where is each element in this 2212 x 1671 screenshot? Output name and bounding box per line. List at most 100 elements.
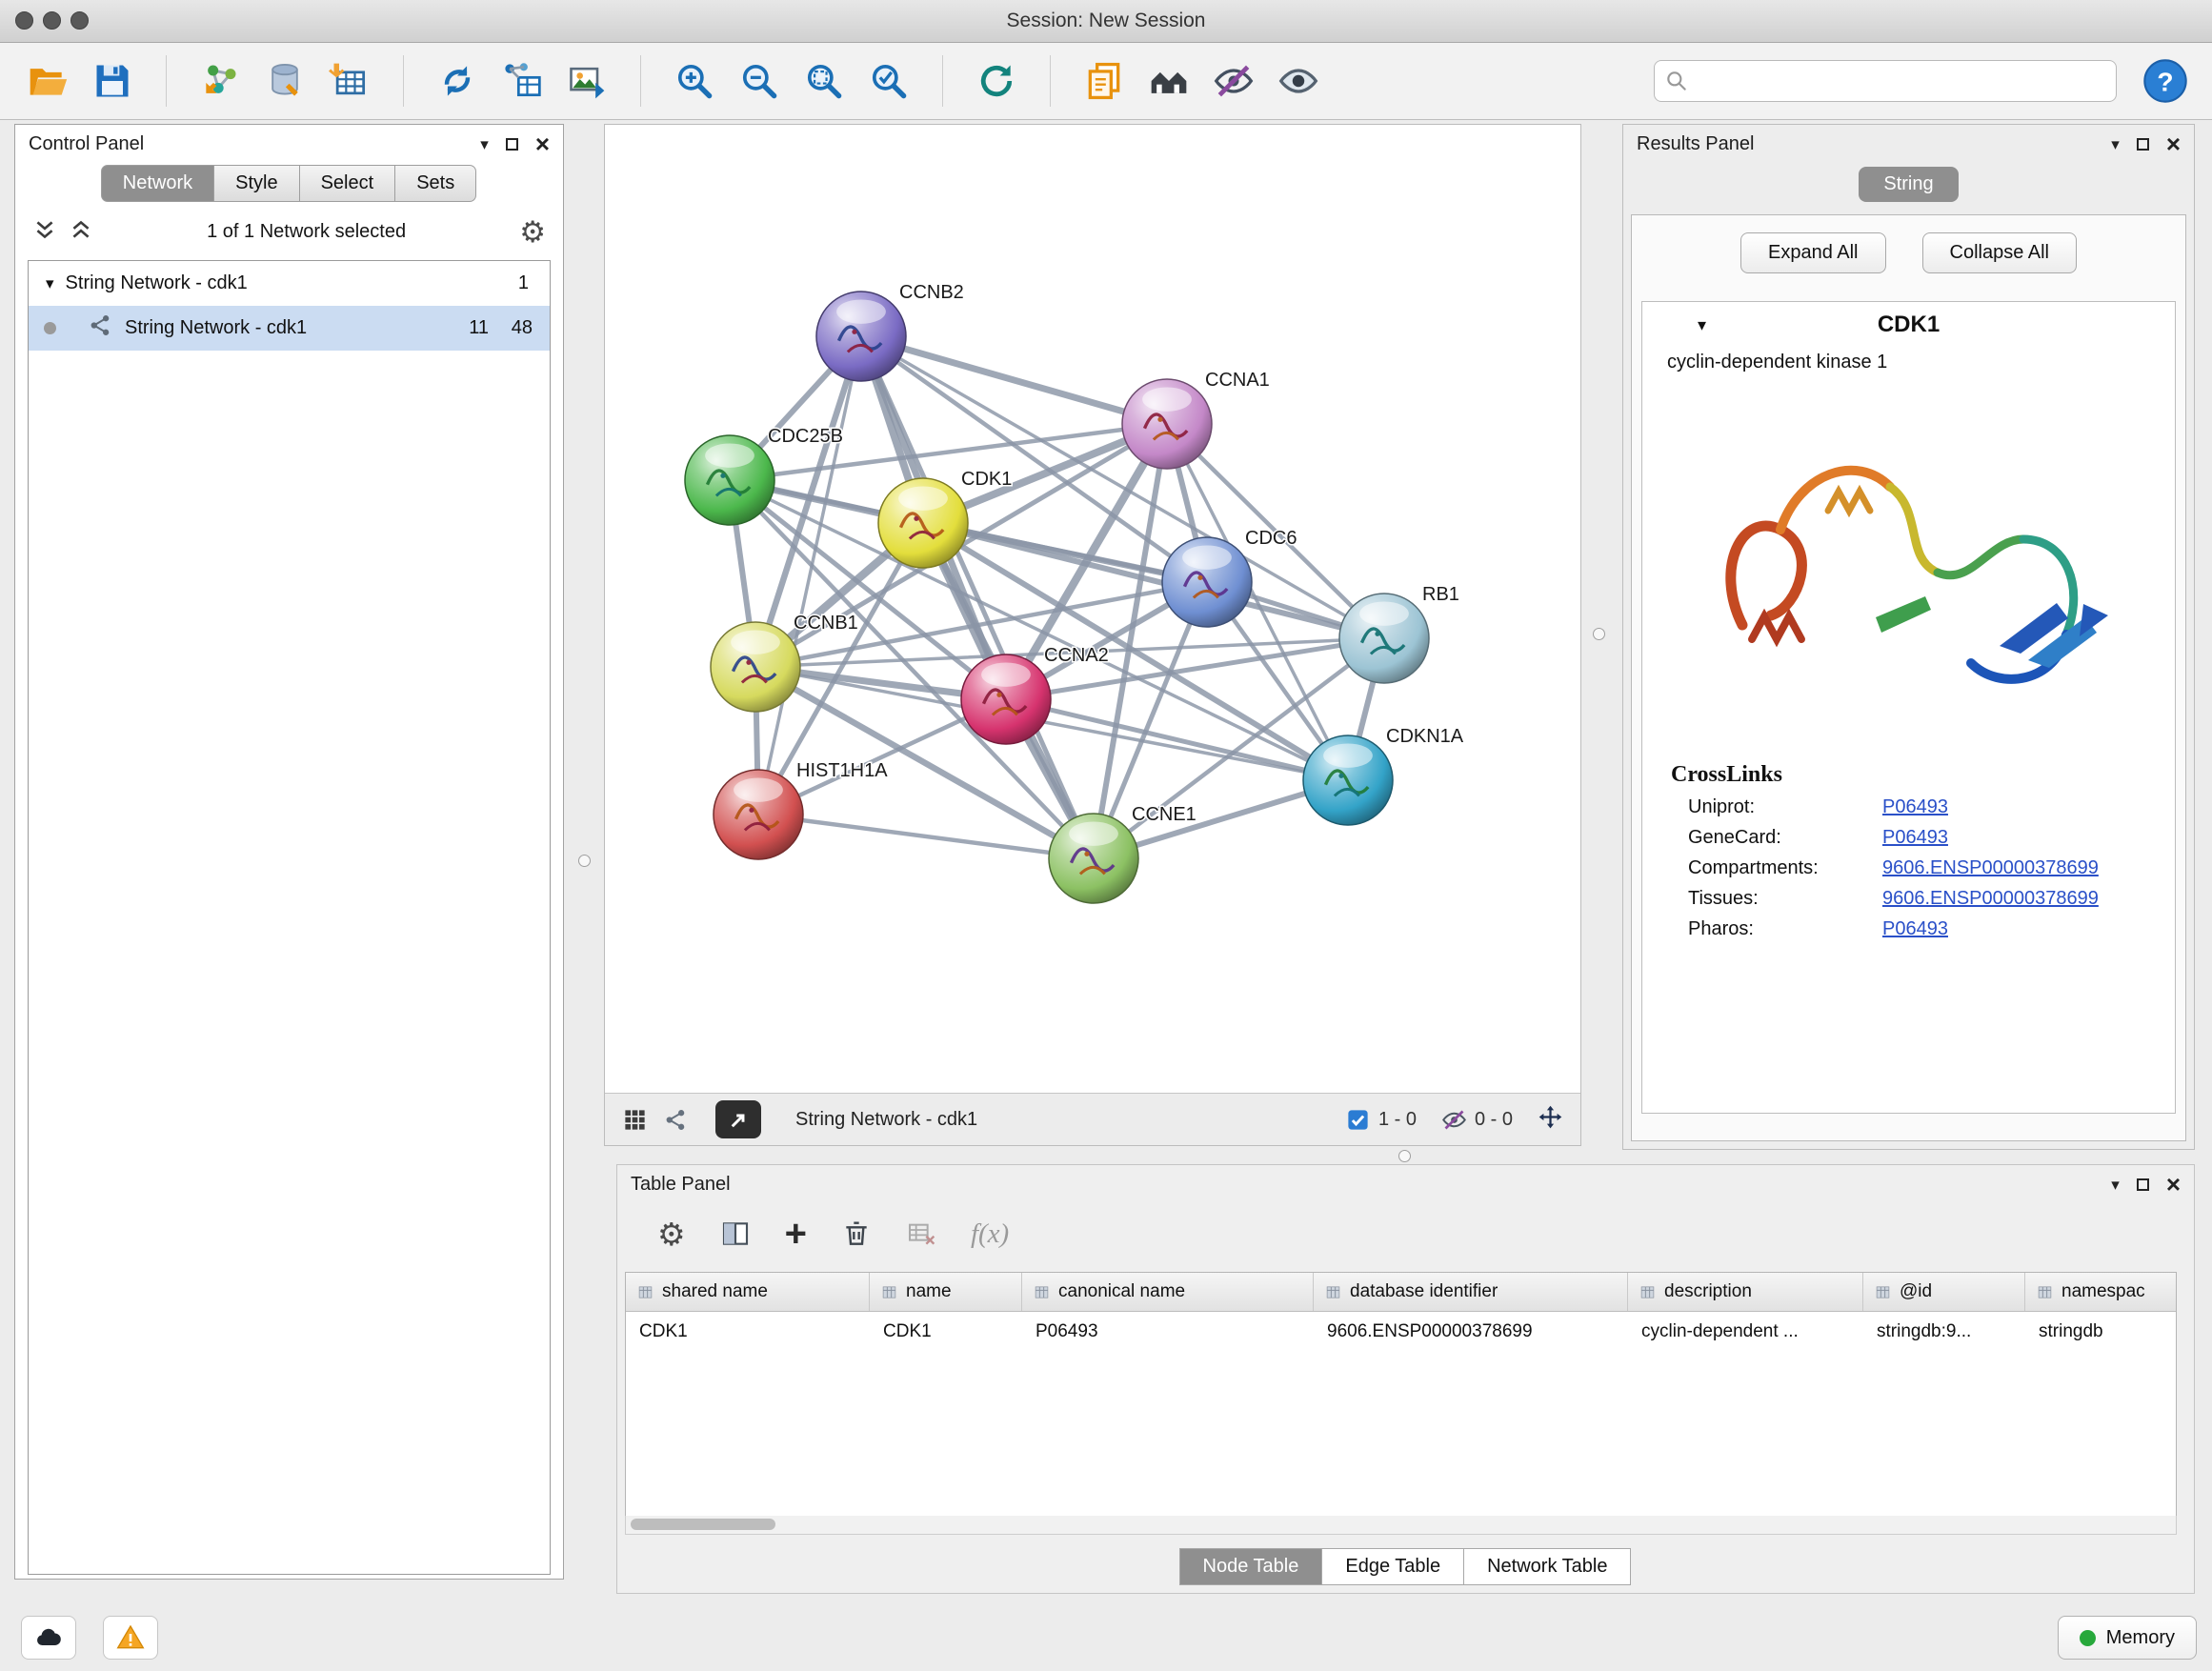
hide-selected-button[interactable] — [1209, 56, 1258, 106]
open-session-button[interactable] — [23, 56, 72, 106]
network-edge-CCNB2-HIST1H1A[interactable] — [758, 336, 861, 815]
network-options-gear-icon[interactable]: ⚙ — [519, 217, 546, 247]
tab-network[interactable]: Network — [101, 165, 214, 202]
crosslink-label: GeneCard: — [1688, 827, 1882, 849]
delete-column-trash-icon[interactable] — [841, 1218, 872, 1249]
panel-float-icon[interactable] — [506, 138, 518, 151]
table-horizontal-scrollbar[interactable] — [625, 1516, 2177, 1535]
tab-node-table[interactable]: Node Table — [1179, 1548, 1323, 1585]
table-options-gear-icon[interactable]: ⚙ — [657, 1218, 686, 1250]
network-edge-CCNB2-CCNA1[interactable] — [861, 336, 1167, 424]
minimize-window-button[interactable] — [43, 11, 61, 30]
network-node-CDC25B[interactable] — [685, 435, 774, 525]
export-image-button[interactable] — [562, 56, 612, 106]
refresh-layout-button[interactable] — [972, 56, 1021, 106]
cloud-icon — [33, 1622, 64, 1653]
right-splitter-grip[interactable] — [1593, 628, 1605, 640]
panel-float-icon[interactable] — [2137, 138, 2149, 151]
column-header-database-identifier[interactable]: database identifier — [1314, 1273, 1628, 1311]
network-node-CDC6[interactable] — [1162, 537, 1252, 627]
birds-eye-view-icon[interactable] — [663, 1107, 689, 1133]
crosslink-value[interactable]: 9606.ENSP00000378699 — [1882, 888, 2099, 910]
cloud-status-button[interactable] — [21, 1616, 76, 1660]
network-node-CDKN1A[interactable] — [1303, 735, 1393, 825]
search-input[interactable] — [1697, 70, 2106, 92]
crosslinks-list: Uniprot:P06493GeneCard:P06493Compartment… — [1642, 788, 2175, 940]
collection-disclosure-icon[interactable]: ▾ — [46, 274, 54, 293]
network-node-CDK1[interactable] — [878, 478, 968, 568]
memory-button[interactable]: Memory — [2058, 1616, 2197, 1660]
tab-edge-table[interactable]: Edge Table — [1321, 1548, 1464, 1585]
expand-all-button[interactable]: Expand All — [1740, 232, 1886, 273]
network-node-CCNB2[interactable] — [816, 292, 906, 381]
crosslink-value[interactable]: P06493 — [1882, 827, 1948, 849]
network-edge-CCNB2-CCNE1[interactable] — [861, 336, 1094, 858]
panel-menu-icon[interactable]: ▾ — [2111, 1177, 2120, 1193]
column-header-shared-name[interactable]: shared name — [626, 1273, 870, 1311]
import-network-database-button[interactable] — [260, 56, 310, 106]
tab-network-table[interactable]: Network Table — [1463, 1548, 1631, 1585]
fit-content-crosshair-icon[interactable] — [1538, 1104, 1563, 1136]
panel-close-icon[interactable]: × — [535, 131, 550, 156]
left-splitter-grip[interactable] — [578, 855, 591, 867]
save-session-button[interactable] — [88, 56, 137, 106]
crosslink-value[interactable]: 9606.ENSP00000378699 — [1882, 857, 2099, 879]
tab-style[interactable]: Style — [213, 165, 299, 202]
column-header-description[interactable]: description — [1628, 1273, 1863, 1311]
column-header-canonical-name[interactable]: canonical name — [1022, 1273, 1314, 1311]
function-builder-icon[interactable]: f(x) — [971, 1218, 1009, 1250]
scrollbar-thumb[interactable] — [631, 1519, 775, 1530]
panel-menu-icon[interactable]: ▾ — [2111, 136, 2120, 152]
collapse-all-networks-icon[interactable] — [32, 217, 57, 247]
zoom-fit-button[interactable] — [799, 56, 849, 106]
network-node-CCNA2[interactable] — [961, 654, 1051, 744]
crosslink-value[interactable]: P06493 — [1882, 918, 1948, 940]
merge-networks-button[interactable] — [432, 56, 482, 106]
network-node-CCNB1[interactable] — [711, 622, 800, 712]
tab-select[interactable]: Select — [299, 165, 396, 202]
panel-menu-icon[interactable]: ▾ — [480, 136, 489, 152]
network-collection-row[interactable]: ▾ String Network - cdk1 1 — [29, 261, 550, 306]
network-canvas[interactable]: CCNB2CCNA1CDC25BCDK1CDC6RB1CCNB1CCNA2CDK… — [605, 125, 1580, 1093]
tab-string[interactable]: String — [1859, 167, 1958, 202]
new-network-from-table-button[interactable] — [497, 56, 547, 106]
gene-header[interactable]: ▾ CDK1 — [1642, 302, 2175, 348]
crosslink-value[interactable]: P06493 — [1882, 796, 1948, 818]
network-node-CCNA1[interactable] — [1122, 379, 1212, 469]
expand-all-networks-icon[interactable] — [69, 217, 93, 247]
hide-selected-icon — [1213, 60, 1255, 102]
create-column-icon[interactable]: + — [785, 1215, 807, 1253]
first-neighbors-button[interactable] — [1144, 56, 1194, 106]
zoom-window-button[interactable] — [70, 11, 89, 30]
show-columns-icon[interactable] — [720, 1218, 751, 1249]
panel-close-icon[interactable]: × — [2166, 1172, 2181, 1197]
column-header-namespac[interactable]: namespac — [2025, 1273, 2177, 1311]
panel-float-icon[interactable] — [2137, 1178, 2149, 1191]
bottom-splitter-grip[interactable] — [1398, 1150, 1411, 1162]
zoom-selected-button[interactable] — [864, 56, 914, 106]
warnings-button[interactable] — [103, 1616, 158, 1660]
tab-sets[interactable]: Sets — [394, 165, 476, 202]
import-network-file-button[interactable] — [195, 56, 245, 106]
gene-disclosure-icon[interactable]: ▾ — [1698, 315, 1706, 335]
panel-close-icon[interactable]: × — [2166, 131, 2181, 156]
network-node-RB1[interactable] — [1339, 594, 1429, 683]
collapse-all-button[interactable]: Collapse All — [1922, 232, 2078, 273]
network-edge-HIST1H1A-CCNE1[interactable] — [758, 815, 1094, 858]
import-table-file-button[interactable] — [325, 56, 374, 106]
network-node-CCNE1[interactable] — [1049, 814, 1138, 903]
show-all-button[interactable] — [1274, 56, 1323, 106]
column-header-id[interactable]: @id — [1863, 1273, 2025, 1311]
table-row[interactable]: CDK1CDK1P064939606.ENSP00000378699cyclin… — [626, 1312, 2176, 1352]
column-header-name[interactable]: name — [870, 1273, 1022, 1311]
zoom-out-button[interactable] — [734, 56, 784, 106]
open-in-new-window-button[interactable] — [715, 1100, 761, 1138]
help-button[interactable]: ? — [2142, 57, 2189, 105]
network-node-HIST1H1A[interactable] — [714, 770, 803, 859]
grid-view-icon[interactable] — [622, 1107, 648, 1133]
network-tree-item[interactable]: String Network - cdk1 11 48 — [29, 306, 550, 351]
search-box[interactable] — [1654, 60, 2117, 102]
copy-document-button[interactable] — [1079, 56, 1129, 106]
close-window-button[interactable] — [15, 11, 33, 30]
zoom-in-button[interactable] — [670, 56, 719, 106]
